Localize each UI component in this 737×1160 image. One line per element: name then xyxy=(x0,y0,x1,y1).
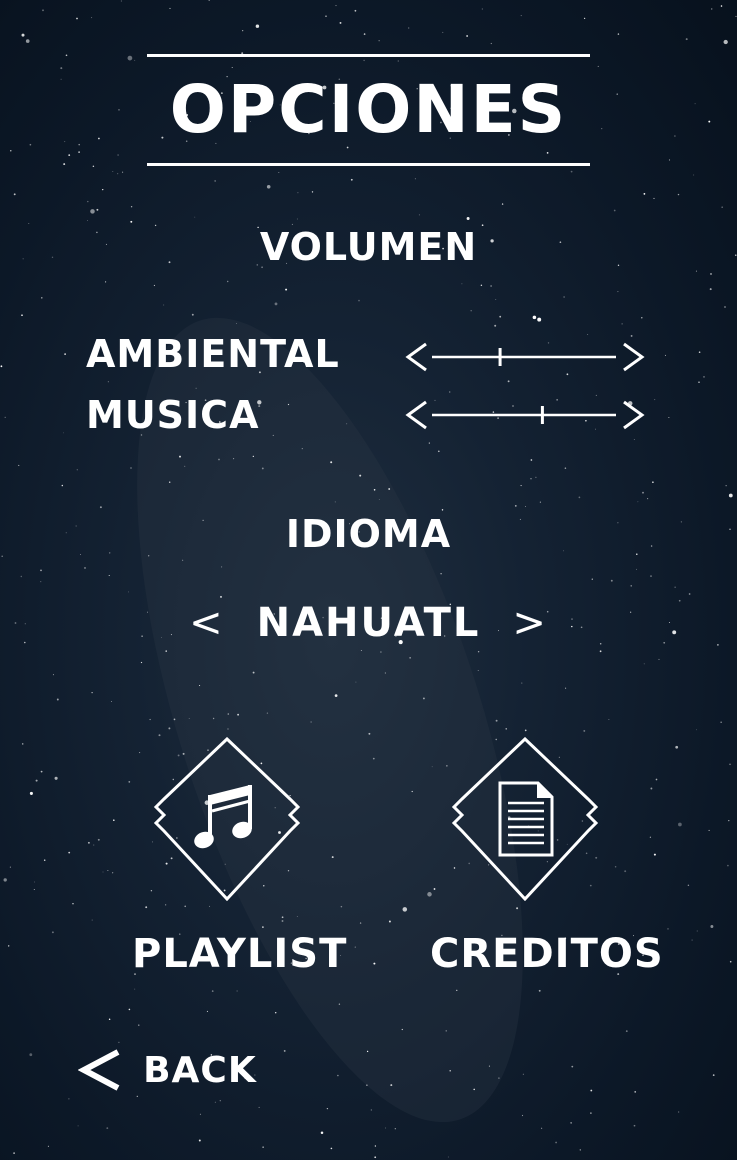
slider-right-arrow-icon[interactable] xyxy=(623,342,645,372)
chevron-left-icon xyxy=(78,1049,120,1091)
playlist-button[interactable]: PLAYLIST xyxy=(132,737,348,977)
language-heading: IDIOMA xyxy=(285,512,452,556)
title-top-rule xyxy=(147,54,590,57)
music-note-icon xyxy=(194,785,252,849)
language-selector: < NAHUATL > xyxy=(0,598,737,646)
credits-diamond-frame xyxy=(451,737,599,901)
ambient-volume-label: AMBIENTAL xyxy=(86,332,340,376)
music-volume-label: MUSICA xyxy=(86,393,260,437)
slider-right-arrow-icon[interactable] xyxy=(623,400,645,430)
credits-button[interactable]: CREDITOS xyxy=(430,737,664,977)
language-value: NAHUATL xyxy=(256,600,481,646)
ambient-volume-slider[interactable] xyxy=(402,340,648,374)
page-title: OPCIONES xyxy=(169,71,568,148)
language-next-button[interactable]: > xyxy=(496,600,564,646)
document-icon xyxy=(498,781,554,857)
music-volume-slider[interactable] xyxy=(402,398,648,432)
back-button[interactable]: BACK xyxy=(78,1048,257,1092)
playlist-label: PLAYLIST xyxy=(132,931,348,977)
slider-left-arrow-icon[interactable] xyxy=(405,342,427,372)
language-prev-button[interactable]: < xyxy=(173,600,241,646)
credits-label: CREDITOS xyxy=(430,931,664,977)
volume-heading: VOLUMEN xyxy=(259,225,478,269)
slider-left-arrow-icon[interactable] xyxy=(405,400,427,430)
playlist-diamond-frame xyxy=(153,737,301,901)
back-label: BACK xyxy=(143,1049,257,1091)
title-bottom-rule xyxy=(147,163,590,166)
